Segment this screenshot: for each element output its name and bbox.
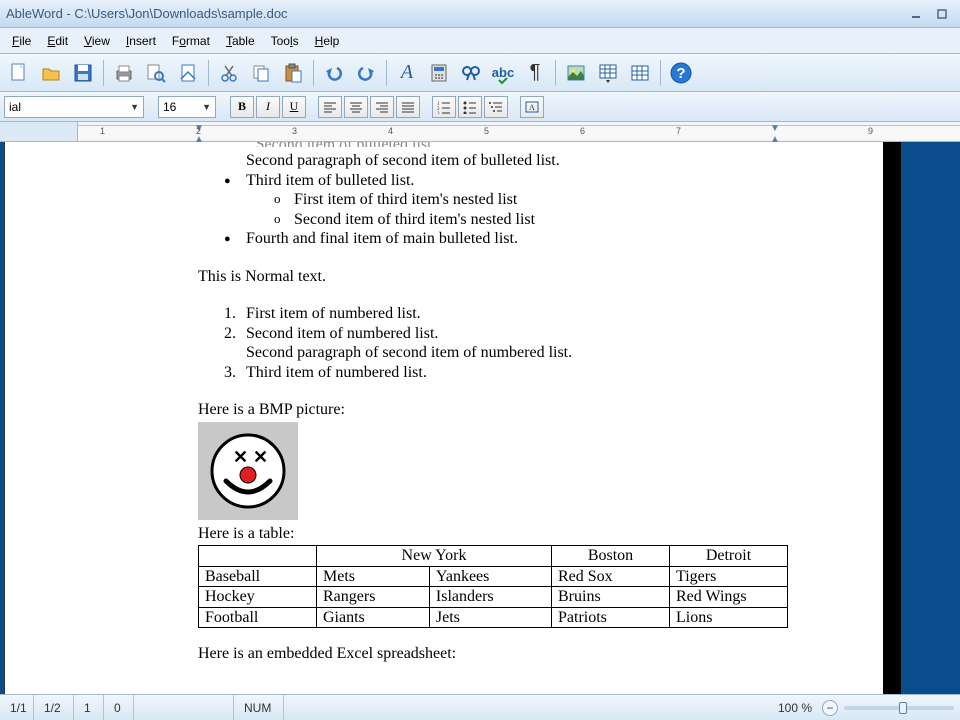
menu-insert[interactable]: Insert [118, 31, 164, 51]
align-left-button[interactable] [318, 96, 342, 118]
status-numlock: NUM [234, 695, 284, 720]
status-line: 0 [104, 695, 134, 720]
align-center-button[interactable] [344, 96, 368, 118]
document-viewport[interactable]: • Second item of bulleted list. Second p… [0, 142, 960, 694]
redo-button[interactable] [351, 58, 381, 88]
menu-edit[interactable]: Edit [39, 31, 76, 51]
maximize-button[interactable] [930, 5, 954, 23]
nested-bullet-item: Second item of third item's nested list [246, 210, 797, 230]
bullet-item: Third item of bulleted list. [246, 171, 797, 191]
insert-table-button[interactable] [625, 58, 655, 88]
zoom-label: 100 % [768, 695, 822, 720]
zoom-out-button[interactable]: − [822, 700, 838, 716]
excel-caption: Here is an embedded Excel spreadsheet: [198, 644, 797, 664]
document-page[interactable]: • Second item of bulleted list. Second p… [4, 142, 898, 694]
status-column: 1 [74, 695, 104, 720]
menu-table[interactable]: Table [218, 31, 263, 51]
show-paragraph-button[interactable]: ¶ [520, 58, 550, 88]
menu-file[interactable]: File [4, 31, 39, 51]
find-button[interactable] [456, 58, 486, 88]
bold-button[interactable]: B [230, 96, 254, 118]
insert-table-dropdown-button[interactable] [593, 58, 623, 88]
svg-text:✕: ✕ [253, 447, 268, 467]
document-body[interactable]: • Second item of bulleted list. Second p… [78, 142, 897, 664]
new-button[interactable] [4, 58, 34, 88]
format-toolbar: ial ▼ 16 ▼ B I U 123 A [0, 92, 960, 122]
table-row: Football Giants Jets Patriots Lions [199, 607, 788, 628]
multilevel-list-button[interactable] [484, 96, 508, 118]
page-setup-button[interactable] [173, 58, 203, 88]
font-name-combo[interactable]: ial ▼ [4, 96, 144, 118]
document-table[interactable]: New York Boston Detroit Baseball Mets Ya… [198, 545, 788, 628]
numbered-item: Third item of numbered list. [246, 363, 797, 383]
text-box-button[interactable]: A [520, 96, 544, 118]
nested-bullet-item: First item of third item's nested list [246, 190, 797, 210]
save-button[interactable] [68, 58, 98, 88]
copy-button[interactable] [246, 58, 276, 88]
zoom-thumb[interactable] [899, 702, 907, 714]
embedded-image[interactable]: ✕ ✕ [198, 422, 298, 520]
minimize-button[interactable] [904, 5, 928, 23]
menu-format[interactable]: Format [164, 31, 218, 51]
numbered-item: Second item of numbered list. [246, 324, 797, 344]
bullet-item: Fourth and final item of main bulleted l… [246, 229, 797, 249]
font-dialog-button[interactable]: A [392, 58, 422, 88]
table-row: Baseball Mets Yankees Red Sox Tigers [199, 566, 788, 587]
numbered-item: First item of numbered list. [246, 304, 797, 324]
bmp-caption: Here is a BMP picture: [198, 400, 797, 420]
menu-bar: File Edit View Insert Format Table Tools… [0, 28, 960, 54]
main-toolbar: A abc ¶ ? [0, 54, 960, 92]
svg-text:✕: ✕ [233, 447, 248, 467]
undo-button[interactable] [319, 58, 349, 88]
align-right-button[interactable] [370, 96, 394, 118]
spellcheck-button[interactable]: abc [488, 58, 518, 88]
menu-view[interactable]: View [76, 31, 118, 51]
status-bar: 1/1 1/2 1 0 NUM 100 % − [0, 694, 960, 720]
calculator-button[interactable] [424, 58, 454, 88]
paste-button[interactable] [278, 58, 308, 88]
window-title: AbleWord - C:\Users\Jon\Downloads\sample… [6, 6, 288, 21]
menu-help[interactable]: Help [307, 31, 348, 51]
font-size-value: 16 [163, 100, 176, 114]
numbered-list-button[interactable]: 123 [432, 96, 456, 118]
menu-tools[interactable]: Tools [263, 31, 307, 51]
print-button[interactable] [109, 58, 139, 88]
help-button[interactable]: ? [666, 58, 696, 88]
svg-text:3: 3 [437, 112, 440, 114]
align-justify-button[interactable] [396, 96, 420, 118]
print-preview-button[interactable] [141, 58, 171, 88]
bullet-item-paragraph: Second paragraph of second item of bulle… [246, 151, 797, 171]
table-caption: Here is a table: [198, 524, 797, 544]
table-row: New York Boston Detroit [199, 546, 788, 567]
table-row: Hockey Rangers Islanders Bruins Red Wing… [199, 587, 788, 608]
bulleted-list-button[interactable] [458, 96, 482, 118]
title-bar: AbleWord - C:\Users\Jon\Downloads\sample… [0, 0, 960, 28]
normal-paragraph: This is Normal text. [198, 267, 797, 287]
ruler[interactable]: ▼ ▲ 1 2 3 4 5 6 7 9 ▼ ▲ [0, 122, 960, 142]
right-indent-marker-icon[interactable]: ▼ [770, 123, 780, 134]
zoom-slider[interactable] [844, 706, 954, 710]
italic-button[interactable]: I [256, 96, 280, 118]
underline-button[interactable]: U [282, 96, 306, 118]
svg-text:?: ? [676, 65, 685, 82]
status-page: 1/2 [34, 695, 74, 720]
cut-button[interactable] [214, 58, 244, 88]
svg-text:A: A [529, 103, 535, 112]
numbered-item-paragraph: Second paragraph of second item of numbe… [246, 343, 797, 363]
open-button[interactable] [36, 58, 66, 88]
status-section: 1/1 [0, 695, 34, 720]
font-name-value: ial [9, 100, 21, 114]
dropdown-arrow-icon: ▼ [202, 102, 211, 112]
font-size-combo[interactable]: 16 ▼ [158, 96, 216, 118]
dropdown-arrow-icon: ▼ [130, 102, 139, 112]
insert-image-button[interactable] [561, 58, 591, 88]
bullet-item: Second item of bulleted list. [256, 142, 436, 147]
